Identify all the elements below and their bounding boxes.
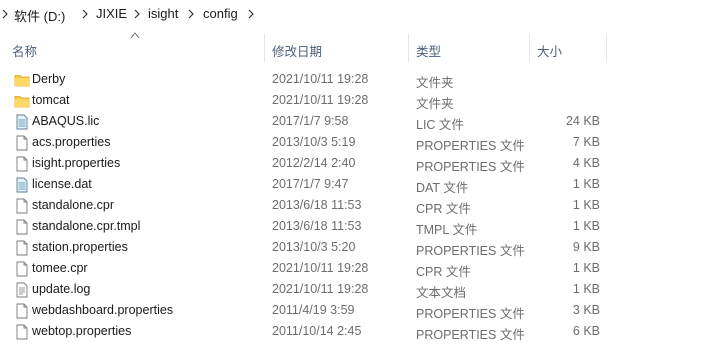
file-name[interactable]: license.dat [32, 177, 92, 191]
file-size: 9 KB [572, 240, 600, 254]
file-icon [14, 135, 30, 151]
file-name[interactable]: Derby [32, 72, 65, 86]
column-header: 名称 修改日期 类型 大小 [0, 32, 701, 62]
list-item[interactable]: station.properties 2013/10/3 5:20 PROPERTI… [0, 237, 701, 258]
file-modified-date: 2013/10/3 5:20 [272, 240, 356, 254]
list-item[interactable]: update.log 2021/10/11 19:28 文本文档 1 KB [0, 279, 701, 300]
column-divider[interactable] [408, 34, 409, 62]
file-type: CPR 文件 [416, 265, 471, 279]
chevron-right-icon[interactable] [0, 7, 10, 21]
file-modified-date: 2013/6/18 11:53 [272, 198, 362, 212]
breadcrumb-item-isight[interactable]: isight [148, 6, 178, 21]
file-type: PROPERTIES 文件 [416, 328, 525, 342]
file-name[interactable]: tomee.cpr [32, 261, 88, 275]
data-file-icon [14, 177, 30, 193]
file-icon [14, 219, 30, 235]
file-modified-date: 2021/10/11 19:28 [272, 282, 369, 296]
data-file-icon [14, 114, 30, 130]
column-header-name[interactable]: 名称 [12, 41, 37, 60]
column-header-size[interactable]: 大小 [537, 41, 562, 60]
file-list: Derby 2021/10/11 19:28 文件夹 tomcat 2021/10/11… [0, 69, 701, 342]
file-type: PROPERTIES 文件 [416, 307, 525, 321]
list-item[interactable]: tomee.cpr 2021/10/11 19:28 CPR 文件 1 KB [0, 258, 701, 279]
file-name[interactable]: tomcat [32, 93, 70, 107]
file-size: 1 KB [572, 219, 600, 233]
file-size: 3 KB [572, 303, 600, 317]
list-item[interactable]: webdashboard.properties 2011/4/19 3:59 PRO… [0, 300, 701, 321]
file-modified-date: 2021/10/11 19:28 [272, 93, 369, 107]
file-icon [14, 156, 30, 172]
file-icon [14, 198, 30, 214]
chevron-right-icon[interactable] [186, 7, 196, 21]
file-name[interactable]: update.log [32, 282, 90, 296]
file-type: LIC 文件 [416, 118, 464, 132]
file-size: 1 KB [572, 198, 600, 212]
file-name[interactable]: webdashboard.properties [32, 303, 173, 317]
column-header-date[interactable]: 修改日期 [272, 41, 322, 60]
file-modified-date: 2021/10/11 19:28 [272, 72, 369, 86]
file-modified-date: 2013/10/3 5:19 [272, 135, 356, 149]
file-size: 7 KB [572, 135, 600, 149]
text-file-icon [14, 282, 30, 298]
file-modified-date: 2017/1/7 9:47 [272, 177, 349, 191]
file-type: TMPL 文件 [416, 223, 478, 237]
file-modified-date: 2021/10/11 19:28 [272, 261, 369, 275]
list-item[interactable]: standalone.cpr 2013/6/18 11:53 CPR 文件 1 KB [0, 195, 701, 216]
file-type: PROPERTIES 文件 [416, 160, 525, 174]
file-name[interactable]: standalone.cpr.tmpl [32, 219, 140, 233]
file-size: 1 KB [572, 261, 600, 275]
chevron-right-icon[interactable] [132, 7, 142, 21]
file-name[interactable]: webtop.properties [32, 324, 131, 338]
breadcrumb-item-drive[interactable]: 软件 (D:) [14, 6, 65, 25]
list-item[interactable]: license.dat 2017/1/7 9:47 DAT 文件 1 KB [0, 174, 701, 195]
file-type: PROPERTIES 文件 [416, 139, 525, 153]
list-item[interactable]: acs.properties 2013/10/3 5:19 PROPERTIES 文… [0, 132, 701, 153]
file-modified-date: 2017/1/7 9:58 [272, 114, 349, 128]
file-type: 文件夹 [416, 76, 454, 90]
file-name[interactable]: standalone.cpr [32, 198, 114, 212]
file-size: 24 KB [565, 114, 600, 128]
file-icon [14, 240, 30, 256]
file-icon [14, 324, 30, 340]
column-divider[interactable] [529, 34, 530, 62]
chevron-right-icon[interactable] [246, 7, 256, 21]
file-modified-date: 2013/6/18 11:53 [272, 219, 362, 233]
folder-icon [14, 72, 30, 88]
file-modified-date: 2012/2/14 2:40 [272, 156, 356, 170]
list-item[interactable]: standalone.cpr.tmpl 2013/6/18 11:53 TMPL 文… [0, 216, 701, 237]
file-type: DAT 文件 [416, 181, 469, 195]
list-item[interactable]: tomcat 2021/10/11 19:28 文件夹 [0, 90, 701, 111]
file-name[interactable]: ABAQUS.lic [32, 114, 99, 128]
file-icon [14, 303, 30, 319]
column-divider[interactable] [606, 34, 607, 62]
sort-ascending-icon [130, 32, 140, 39]
breadcrumb: 软件 (D:) JIXIE isight config [0, 0, 701, 30]
list-item[interactable]: Derby 2021/10/11 19:28 文件夹 [0, 69, 701, 90]
breadcrumb-item-jixie[interactable]: JIXIE [96, 6, 127, 21]
chevron-right-icon[interactable] [80, 7, 90, 21]
file-modified-date: 2011/10/14 2:45 [272, 324, 362, 338]
file-size: 4 KB [572, 156, 600, 170]
file-type: 文件夹 [416, 97, 454, 111]
column-divider[interactable] [264, 34, 265, 62]
file-type: CPR 文件 [416, 202, 471, 216]
file-icon [14, 261, 30, 277]
breadcrumb-item-config[interactable]: config [203, 6, 238, 21]
file-name[interactable]: isight.properties [32, 156, 120, 170]
file-name[interactable]: acs.properties [32, 135, 111, 149]
column-header-type[interactable]: 类型 [416, 41, 441, 60]
list-item[interactable]: isight.properties 2012/2/14 2:40 PROPERTIE… [0, 153, 701, 174]
file-size: 1 KB [572, 282, 600, 296]
file-type: 文本文档 [416, 286, 467, 300]
file-size: 6 KB [572, 324, 600, 338]
folder-icon [14, 93, 30, 109]
list-item[interactable]: ABAQUS.lic 2017/1/7 9:58 LIC 文件 24 KB [0, 111, 701, 132]
file-name[interactable]: station.properties [32, 240, 128, 254]
file-size: 1 KB [572, 177, 600, 191]
list-item[interactable]: webtop.properties 2011/10/14 2:45 PROPERTI… [0, 321, 701, 342]
file-type: PROPERTIES 文件 [416, 244, 525, 258]
file-modified-date: 2011/4/19 3:59 [272, 303, 355, 317]
